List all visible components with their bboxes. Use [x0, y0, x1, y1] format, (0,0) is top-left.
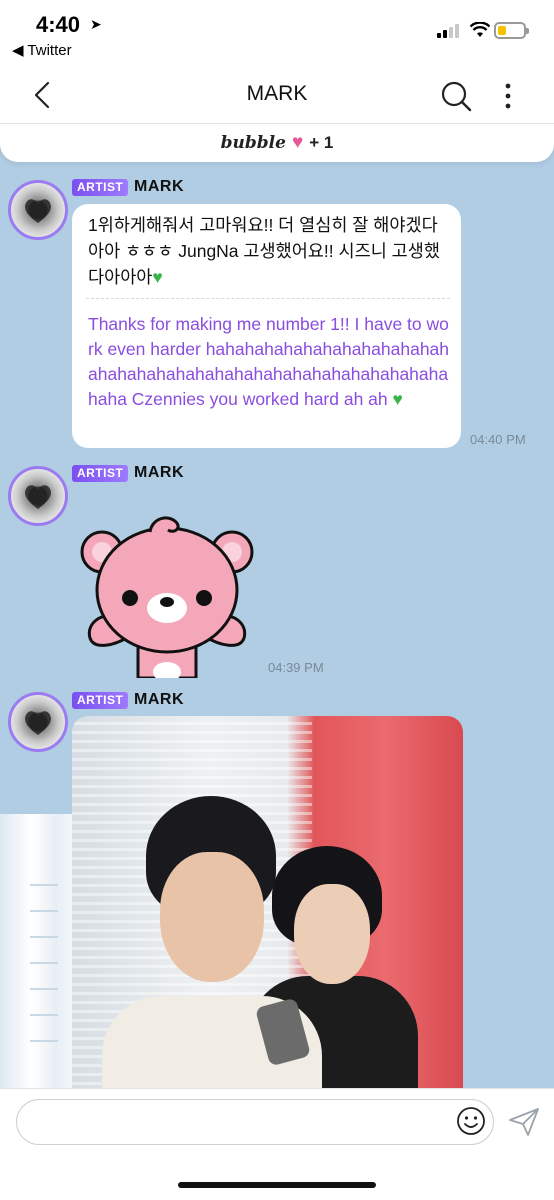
bubble-label: bubble — [220, 133, 286, 153]
chat-header: MARK — [0, 64, 554, 124]
message-timestamp: 04:39 PM — [268, 660, 324, 675]
heart-icon: ♥ — [291, 132, 304, 153]
green-heart-icon: ♥ — [152, 267, 163, 287]
battery-icon — [494, 22, 529, 39]
background-building-image — [0, 814, 80, 1088]
search-icon[interactable] — [440, 80, 472, 112]
wifi-icon — [470, 22, 490, 37]
emoji-icon[interactable] — [456, 1106, 486, 1136]
avatar[interactable] — [8, 692, 68, 752]
bear-sticker-image[interactable] — [80, 512, 254, 678]
location-arrow-icon: ➤ — [90, 16, 102, 32]
more-options-icon[interactable] — [498, 80, 518, 112]
artist-badge: ARTIST — [72, 692, 129, 709]
message-text-korean: 1위하게해줘서 고마워요!! 더 열심히 잘 해야겠다아아 ㅎㅎㅎ JungNa… — [88, 215, 440, 287]
status-bar: 4:40 ➤ ◀ Twitter — [0, 0, 554, 64]
artist-badge: ARTIST — [72, 465, 129, 482]
bubble-count: + 1 — [309, 133, 334, 152]
status-time: 4:40 — [36, 12, 81, 37]
back-to-app-link[interactable]: ◀ Twitter — [12, 41, 72, 59]
message-input[interactable] — [16, 1099, 494, 1145]
photo-message-image[interactable] — [72, 716, 463, 1088]
green-heart-icon: ♥ — [392, 389, 403, 409]
sender-name: MARK — [134, 464, 184, 481]
message-text-translation: Thanks for making me number 1!! I have t… — [88, 314, 450, 409]
send-icon[interactable] — [508, 1107, 540, 1137]
cellular-signal-icon — [437, 24, 463, 38]
avatar[interactable] — [8, 180, 68, 240]
message-timestamp: 04:40 PM — [470, 432, 526, 447]
translation-divider — [86, 298, 450, 299]
sender-name: MARK — [134, 691, 184, 708]
home-indicator[interactable] — [178, 1182, 376, 1188]
sender-name: MARK — [134, 178, 184, 195]
bubble-banner[interactable]: bubble ♥ + 1 — [0, 124, 554, 162]
avatar[interactable] — [8, 466, 68, 526]
artist-badge: ARTIST — [72, 179, 129, 196]
